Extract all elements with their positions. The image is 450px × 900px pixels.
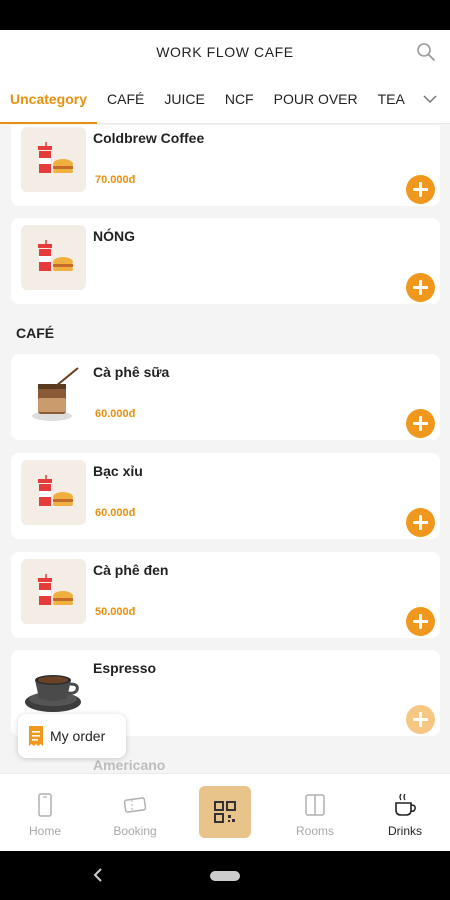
item-price: 50.000đ bbox=[95, 606, 136, 618]
espresso-cup-icon bbox=[24, 674, 81, 712]
item-thumbnail bbox=[21, 127, 86, 192]
item-name: Bạc xỉu bbox=[93, 463, 143, 479]
back-icon[interactable] bbox=[92, 868, 104, 882]
menu-item-ca-phe-sua[interactable]: Cà phê sữa 60.000đ bbox=[11, 354, 440, 440]
nav-label: Drinks bbox=[387, 824, 422, 838]
item-thumbnail bbox=[21, 559, 86, 624]
item-name: NÓNG bbox=[93, 228, 135, 244]
tab-uncategory[interactable]: Uncategory bbox=[0, 74, 98, 124]
home-pill[interactable] bbox=[210, 871, 240, 881]
drink-food-icon bbox=[37, 141, 73, 173]
qr-scan-button[interactable] bbox=[199, 786, 251, 838]
tab-cafe[interactable]: CAFÉ bbox=[97, 74, 154, 124]
chevron-down-icon[interactable] bbox=[422, 91, 438, 107]
add-button[interactable] bbox=[406, 409, 435, 438]
nav-rooms[interactable]: Rooms bbox=[270, 774, 360, 852]
tab-pour-over[interactable]: POUR OVER bbox=[264, 74, 368, 124]
nav-drinks[interactable]: Drinks bbox=[360, 774, 450, 852]
item-price: 60.000đ bbox=[95, 408, 136, 420]
status-bar bbox=[0, 0, 450, 30]
search-icon[interactable] bbox=[416, 42, 436, 62]
tab-tea[interactable]: TEA bbox=[368, 74, 415, 124]
item-price: 70.000đ bbox=[95, 174, 136, 186]
nav-label: Booking bbox=[113, 824, 157, 838]
menu-item-nong[interactable]: NÓNG bbox=[11, 218, 440, 304]
item-name: Cà phê đen bbox=[93, 562, 169, 578]
my-order-label: My order bbox=[50, 728, 106, 744]
add-button[interactable] bbox=[406, 705, 435, 734]
item-name: Cà phê sữa bbox=[93, 364, 170, 380]
ticket-icon bbox=[123, 797, 147, 813]
page-title: WORK FLOW CAFE bbox=[156, 44, 294, 60]
tab-juice[interactable]: JUICE bbox=[154, 74, 214, 124]
nav-booking[interactable]: Booking bbox=[90, 774, 180, 852]
door-icon bbox=[305, 794, 325, 816]
item-name-partial: Americano bbox=[93, 757, 166, 773]
app-header: WORK FLOW CAFE bbox=[0, 30, 450, 74]
item-name: Espresso bbox=[93, 660, 157, 676]
phone-icon bbox=[38, 793, 52, 817]
menu-item-bac-xiu[interactable]: Bạc xỉu 60.000đ bbox=[11, 453, 440, 539]
system-nav-bar bbox=[0, 851, 450, 900]
menu-list: Coldbrew Coffee 70.000đ NÓNG CAFÉ Cà phê… bbox=[0, 125, 450, 773]
item-price: 60.000đ bbox=[95, 507, 136, 519]
nav-label: Rooms bbox=[295, 824, 334, 838]
bottom-nav: Home Booking Rooms Drinks bbox=[0, 773, 450, 851]
menu-item-ca-phe-den[interactable]: Cà phê đen 50.000đ bbox=[11, 552, 440, 638]
menu-item-coldbrew-coffee[interactable]: Coldbrew Coffee 70.000đ bbox=[11, 125, 440, 206]
tab-ncf[interactable]: NCF bbox=[215, 74, 264, 124]
drink-food-icon bbox=[37, 573, 73, 605]
item-photo bbox=[21, 361, 86, 426]
add-button[interactable] bbox=[406, 273, 435, 302]
nav-home[interactable]: Home bbox=[0, 774, 90, 852]
my-order-button[interactable]: My order bbox=[18, 714, 126, 758]
drink-food-icon bbox=[37, 474, 73, 506]
receipt-icon bbox=[29, 726, 43, 746]
coffee-cup-icon bbox=[395, 793, 416, 816]
add-button[interactable] bbox=[406, 607, 435, 636]
nav-label: Home bbox=[28, 824, 61, 838]
section-title-cafe: CAFÉ bbox=[16, 325, 55, 341]
item-thumbnail bbox=[21, 225, 86, 290]
iced-coffee-glass-icon bbox=[31, 366, 79, 421]
category-tabs: Uncategory CAFÉ JUICE NCF POUR OVER TEA bbox=[0, 74, 450, 124]
item-name: Coldbrew Coffee bbox=[93, 130, 205, 146]
item-photo bbox=[21, 657, 86, 722]
add-button[interactable] bbox=[406, 508, 435, 537]
item-thumbnail bbox=[21, 460, 86, 525]
qr-code-icon bbox=[214, 801, 236, 823]
add-button[interactable] bbox=[406, 175, 435, 204]
drink-food-icon bbox=[37, 239, 73, 271]
